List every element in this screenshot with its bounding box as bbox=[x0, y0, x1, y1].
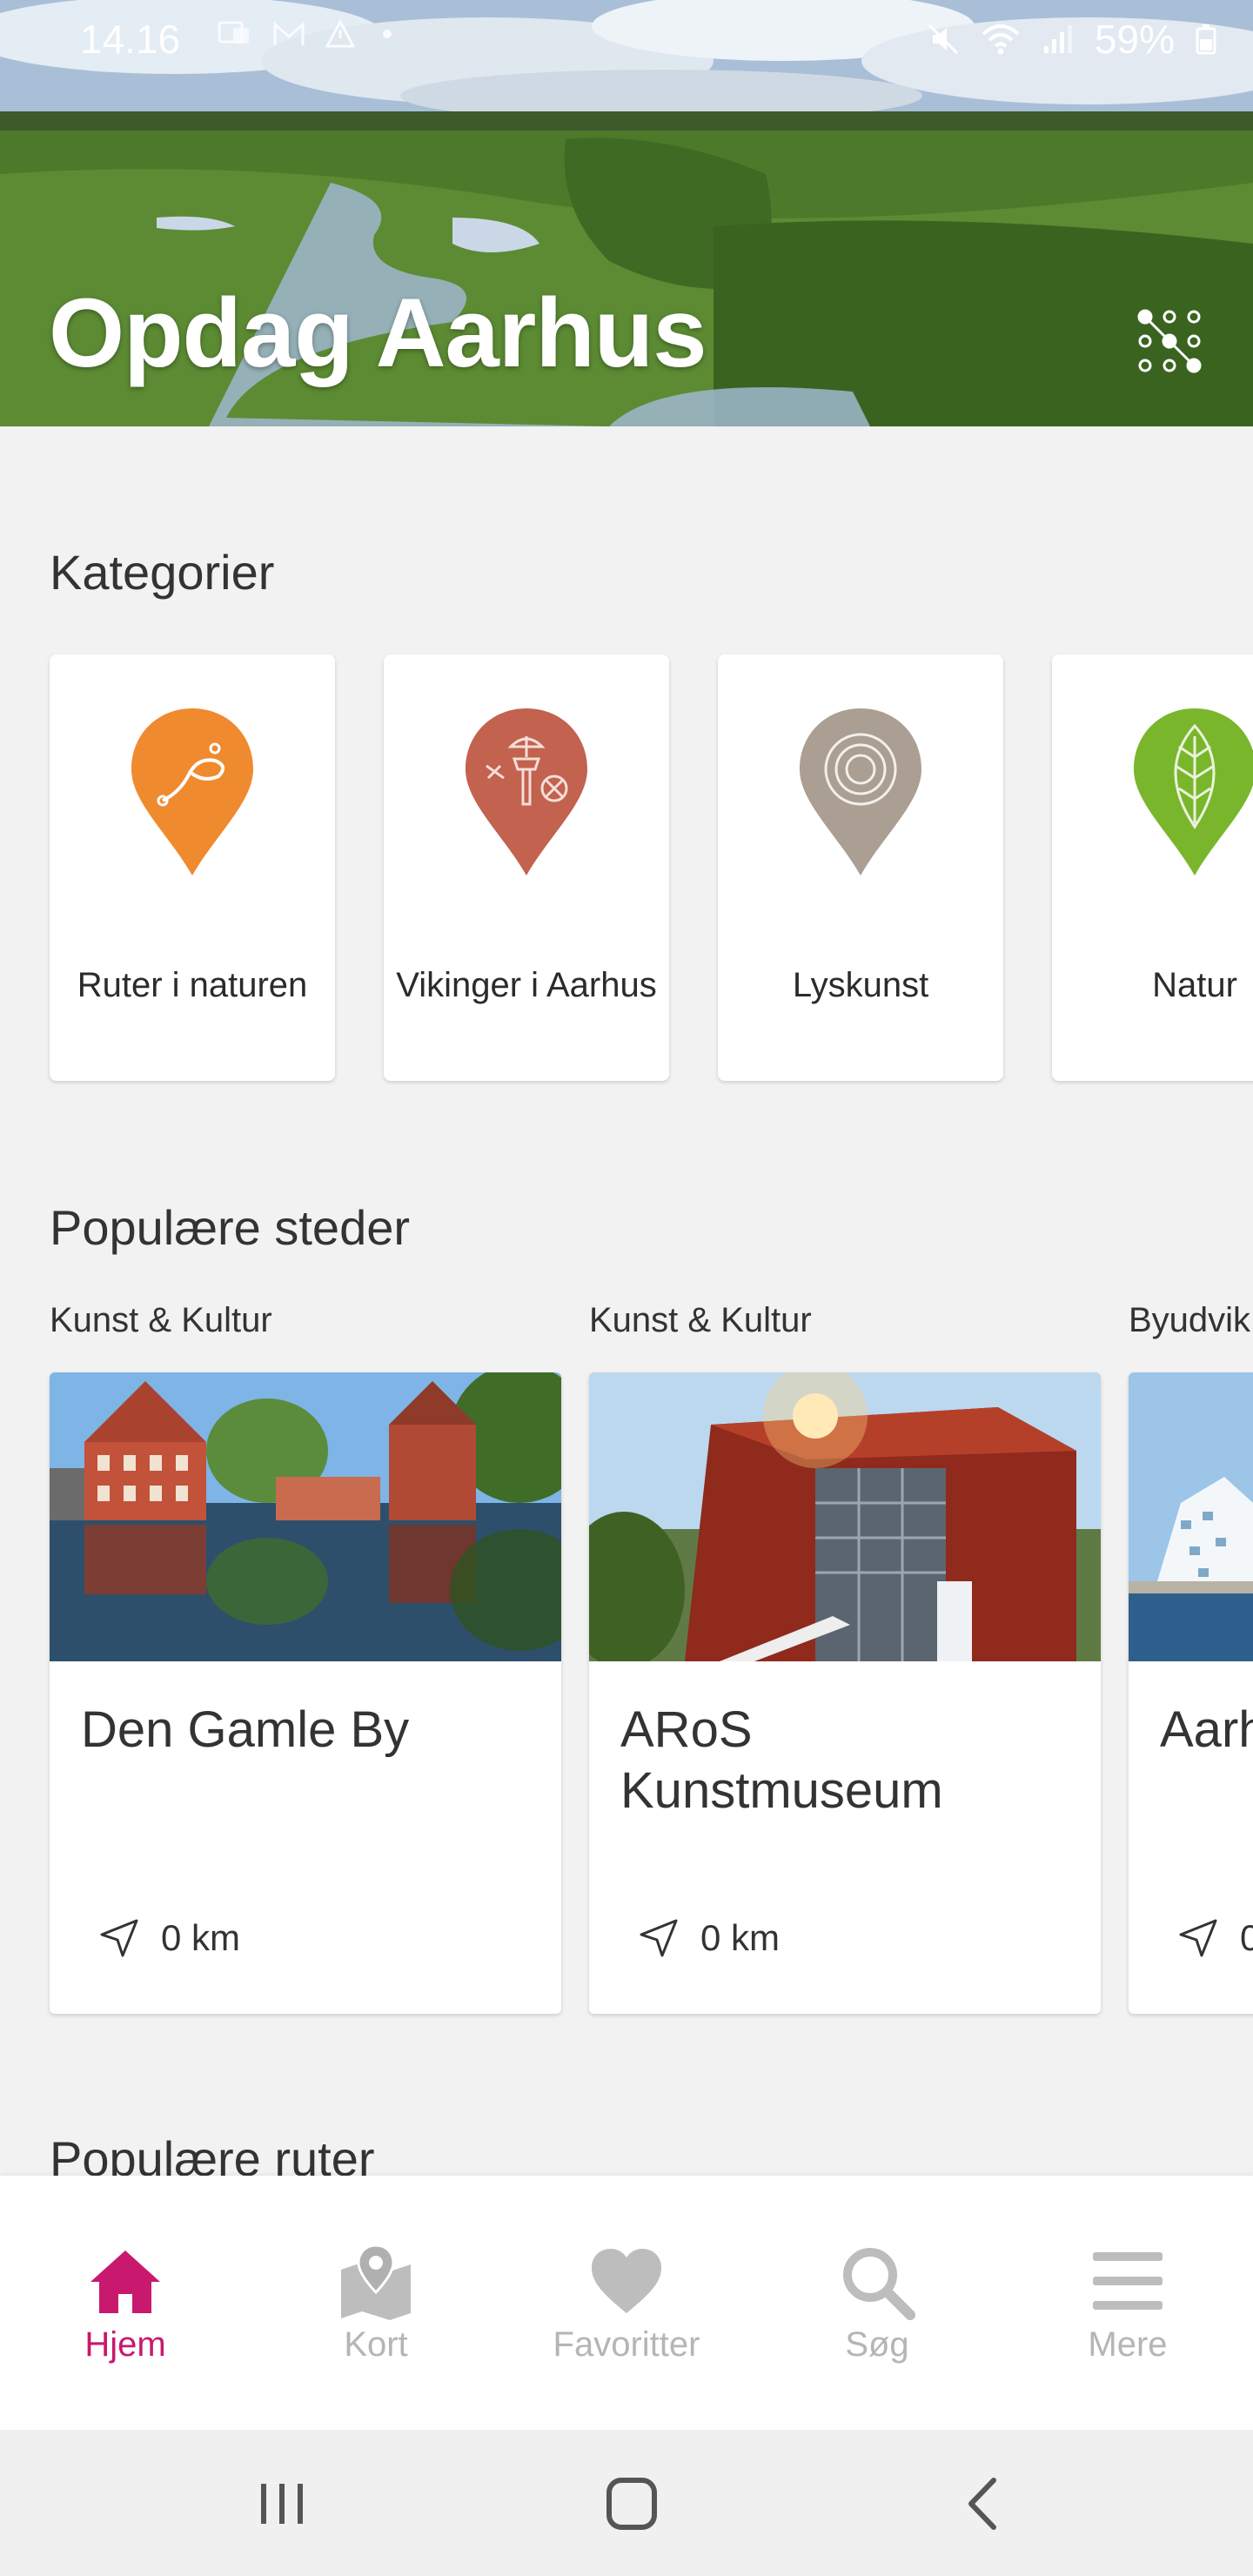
warning-notification-icon bbox=[325, 19, 355, 48]
status-time: 14.16 bbox=[80, 17, 181, 62]
mute-icon bbox=[928, 23, 958, 55]
hero-title: Opdag Aarhus bbox=[49, 278, 707, 387]
signal-icon bbox=[1043, 25, 1072, 53]
waterfront-photo bbox=[1129, 1372, 1253, 1661]
bottom-navigation: Hjem Kort Favoritter Søg Mere bbox=[0, 2176, 1253, 2430]
notification-icons bbox=[218, 19, 400, 49]
network-graph-icon[interactable] bbox=[1135, 306, 1204, 376]
map-pin-icon bbox=[341, 2244, 411, 2320]
wifi-icon bbox=[982, 24, 1020, 55]
category-card-vikinger-i-aarhus[interactable]: Vikinger i Aarhus bbox=[384, 654, 669, 1081]
place-card-aros-kunstmuseum[interactable]: ARoS Kunstmuseum 0 km bbox=[589, 1372, 1101, 2014]
status-right-group: 59% bbox=[926, 16, 1218, 63]
battery-icon bbox=[1196, 24, 1216, 55]
place-distance: 0 km bbox=[98, 1917, 240, 1959]
light-art-pin-icon bbox=[800, 708, 921, 875]
aros-photo bbox=[589, 1372, 1101, 1661]
navigation-arrow-icon bbox=[100, 1919, 138, 1957]
place-name: ARoS Kunstmuseum bbox=[620, 1701, 943, 1819]
category-card-ruter-i-naturen[interactable]: Ruter i naturen bbox=[50, 654, 335, 1081]
navigation-arrow-icon bbox=[1179, 1919, 1217, 1957]
back-icon[interactable] bbox=[948, 2473, 1018, 2534]
category-card-lyskunst[interactable]: Lyskunst bbox=[718, 654, 1003, 1081]
place-card-den-gamle-by[interactable]: Den Gamle By 0 km bbox=[50, 1372, 561, 2014]
category-label: Ruter i naturen bbox=[77, 966, 308, 1004]
home-button-icon[interactable] bbox=[597, 2473, 667, 2534]
place-name: Aarh bbox=[1160, 1701, 1253, 1758]
nav-item-kort[interactable]: Kort bbox=[251, 2176, 501, 2430]
nav-item-hjem[interactable]: Hjem bbox=[0, 2176, 251, 2430]
den-gamle-by-photo bbox=[50, 1372, 561, 1661]
distance-value: 0 km bbox=[161, 1917, 241, 1958]
place-image bbox=[50, 1372, 561, 1661]
category-label: Lyskunst bbox=[792, 966, 929, 1004]
home-icon bbox=[90, 2251, 160, 2313]
distance-value: 0 km bbox=[700, 1917, 781, 1958]
search-icon bbox=[843, 2248, 915, 2320]
place-card-aarhus-partial[interactable]: Aarh 0 bbox=[1129, 1372, 1253, 2014]
menu-icon bbox=[1093, 2252, 1163, 2310]
nav-item-mere[interactable]: Mere bbox=[1002, 2176, 1253, 2430]
nav-label: Søg bbox=[845, 2325, 909, 2364]
popular-places-title: Populære steder bbox=[50, 1200, 411, 1255]
gmail-notification-icon bbox=[273, 21, 305, 45]
leaf-pin-icon bbox=[1134, 708, 1253, 875]
route-pin-icon bbox=[131, 708, 253, 875]
nav-item-sog[interactable]: Søg bbox=[752, 2176, 1002, 2430]
category-card-natur[interactable]: Natur bbox=[1052, 654, 1253, 1081]
app-screen: 14.16 59% Opdag Aarhus Kategorier Ruter … bbox=[0, 0, 1253, 2576]
status-bar: 14.16 59% bbox=[0, 0, 1253, 78]
navigation-arrow-icon bbox=[640, 1919, 678, 1957]
nav-label: Favoritter bbox=[553, 2325, 700, 2364]
place-category: Kunst & Kultur bbox=[589, 1301, 812, 1339]
chat-notification-icon bbox=[218, 21, 249, 44]
more-notifications-dot-icon bbox=[383, 30, 392, 38]
place-distance: 0 bbox=[1177, 1917, 1253, 1959]
battery-percentage: 59% bbox=[1094, 17, 1175, 62]
viking-pin-icon bbox=[466, 708, 587, 875]
nav-label: Hjem bbox=[84, 2325, 166, 2364]
place-category: Kunst & Kultur bbox=[50, 1301, 272, 1339]
hero-banner: 14.16 59% Opdag Aarhus bbox=[0, 0, 1253, 426]
place-image bbox=[1129, 1372, 1253, 1661]
place-distance: 0 km bbox=[638, 1917, 780, 1959]
place-category: Byudvik bbox=[1129, 1301, 1251, 1339]
system-navigation-bar bbox=[0, 2430, 1253, 2576]
recent-apps-icon[interactable] bbox=[247, 2473, 317, 2534]
nav-item-favoritter[interactable]: Favoritter bbox=[501, 2176, 752, 2430]
place-name: Den Gamle By bbox=[81, 1701, 410, 1758]
place-image bbox=[589, 1372, 1101, 1661]
nav-label: Mere bbox=[1088, 2325, 1168, 2364]
categories-title: Kategorier bbox=[50, 545, 275, 600]
heart-icon bbox=[592, 2249, 661, 2313]
category-label: Natur bbox=[1152, 966, 1237, 1004]
category-label: Vikinger i Aarhus bbox=[396, 966, 657, 1004]
categories-carousel[interactable]: Ruter i naturen Vikinger i Aarhus Lyskun… bbox=[50, 654, 1253, 1081]
distance-value: 0 bbox=[1240, 1917, 1253, 1958]
nav-label: Kort bbox=[344, 2325, 408, 2364]
